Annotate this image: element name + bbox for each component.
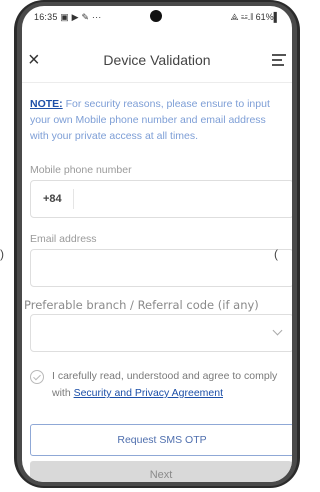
mobile-phone-field[interactable]: +84: [30, 180, 292, 218]
notification-icons: ▣ ▶ ✎ ···: [60, 12, 102, 22]
app-header: × Device Validation: [22, 46, 292, 78]
note-label: NOTE:: [30, 98, 63, 110]
security-privacy-link[interactable]: Security and Privacy Agreement: [74, 387, 223, 399]
chevron-down-icon: [272, 325, 283, 336]
edge-artifact-right: (: [274, 247, 278, 261]
note-text: For security reasons, please ensure to i…: [30, 98, 270, 142]
agreement-checkbox[interactable]: [30, 370, 44, 384]
security-note: NOTE: For security reasons, please ensur…: [30, 96, 286, 144]
agreement-text: I carefully read, understood and agree t…: [52, 368, 288, 402]
status-bar: 16:35 ▣ ▶ ✎ ··· ⟁ ☳.∥ 61%▌: [22, 6, 292, 28]
prefix-divider: [73, 189, 74, 209]
mobile-label: Mobile phone number: [30, 164, 132, 176]
signal-battery-status: ⟁ ☳.∥ 61%▌: [230, 12, 280, 22]
header-divider: [22, 82, 292, 83]
clock: 16:35: [34, 12, 58, 22]
edge-artifact-left: ): [0, 247, 4, 261]
next-button[interactable]: Next: [30, 461, 292, 482]
screen: 16:35 ▣ ▶ ✎ ··· ⟁ ☳.∥ 61%▌ × Device Vali…: [22, 6, 292, 482]
status-time: 16:35 ▣ ▶ ✎ ···: [34, 12, 102, 23]
page-title: Device Validation: [103, 52, 211, 68]
branch-label: Preferable branch / Referral code (if an…: [24, 298, 259, 312]
request-sms-otp-button[interactable]: Request SMS OTP: [30, 424, 292, 456]
country-code[interactable]: +84: [43, 193, 62, 205]
camera-icon: [150, 10, 162, 22]
email-label: Email address: [30, 233, 97, 245]
branch-select[interactable]: [30, 314, 292, 352]
email-field[interactable]: [30, 249, 292, 287]
menu-icon[interactable]: [272, 54, 286, 69]
